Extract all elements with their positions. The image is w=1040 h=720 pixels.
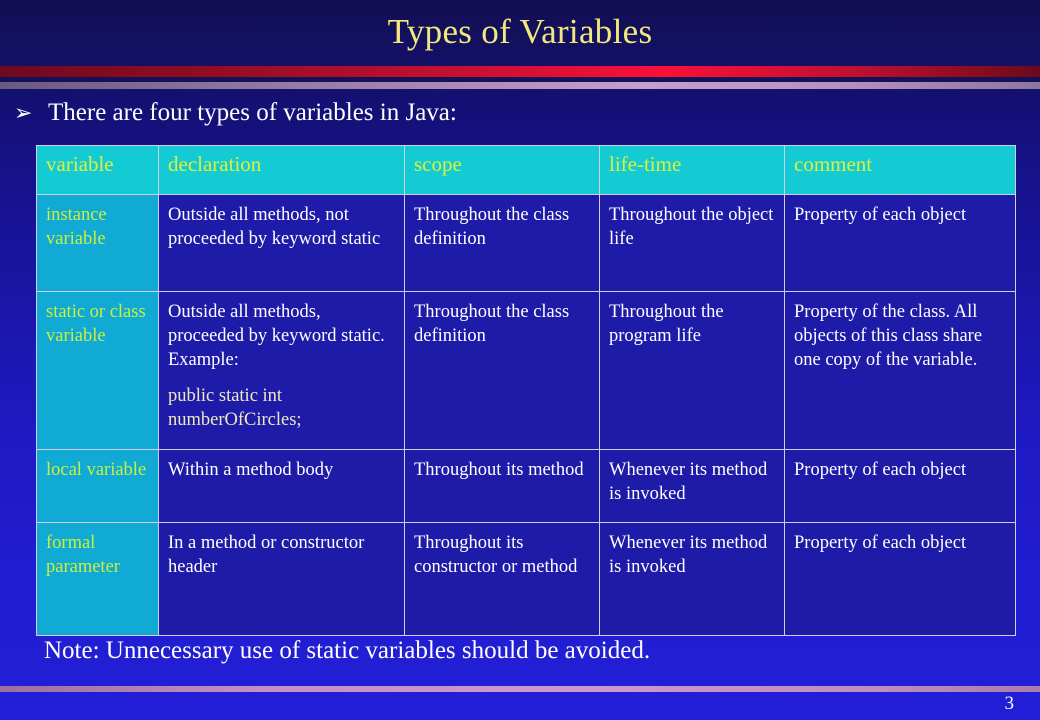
intro-text: There are four types of variables in Jav…: [48, 99, 457, 126]
cell-declaration: Outside all methods, proceeded by keywor…: [158, 291, 405, 450]
intro-line: ➢ There are four types of variables in J…: [14, 100, 1014, 125]
cell-variable: instance variable: [36, 194, 159, 292]
cell-variable: formal parameter: [36, 522, 159, 636]
column-header-comment: comment: [784, 145, 1016, 195]
cell-comment: Property of each object: [784, 522, 1016, 636]
page-title: Types of Variables: [387, 11, 653, 51]
table-row: local variable Within a method body Thro…: [36, 449, 1016, 523]
cell-life-time: Throughout the object life: [599, 194, 785, 292]
presentation-slide: Types of Variables ➢ There are four type…: [0, 0, 1040, 720]
arrowhead-bullet-icon: ➢: [14, 100, 33, 125]
red-divider-bar: [0, 66, 1040, 77]
cell-life-time: Whenever its method is invoked: [599, 449, 785, 523]
table-header-row: variable declaration scope life-time com…: [36, 145, 1016, 195]
table-row: static or class variable Outside all met…: [36, 291, 1016, 450]
cell-variable: static or class variable: [36, 291, 159, 450]
title-area: Types of Variables: [0, 0, 1040, 62]
footer-divider: [0, 686, 1040, 692]
code-example: public static int numberOfCircles;: [168, 384, 395, 432]
cell-declaration-text: Outside all methods, proceeded by keywor…: [168, 302, 385, 371]
cell-comment: Property of each object: [784, 449, 1016, 523]
table-row: instance variable Outside all methods, n…: [36, 194, 1016, 292]
column-header-declaration: declaration: [158, 145, 405, 195]
slide-number: 3: [1004, 693, 1015, 714]
column-header-scope: scope: [404, 145, 600, 195]
cell-variable: local variable: [36, 449, 159, 523]
cell-declaration: In a method or constructor header: [158, 522, 405, 636]
cell-declaration: Outside all methods, not proceeded by ke…: [158, 194, 405, 292]
footer-note: Note: Unnecessary use of static variable…: [44, 637, 651, 664]
code-line-2: numberOfCircles;: [168, 410, 302, 431]
cell-comment: Property of each object: [784, 194, 1016, 292]
cell-scope: Throughout the class definition: [404, 194, 600, 292]
cell-comment: Property of the class. All objects of th…: [784, 291, 1016, 450]
cell-scope: Throughout its method: [404, 449, 600, 523]
cell-life-time: Whenever its method is invoked: [599, 522, 785, 636]
code-line-1: public static int: [168, 386, 283, 407]
cell-scope: Throughout its constructor or method: [404, 522, 600, 636]
column-header-life-time: life-time: [599, 145, 785, 195]
column-header-variable: variable: [36, 145, 159, 195]
mauve-divider-bar: [0, 82, 1040, 89]
variable-types-table: variable declaration scope life-time com…: [36, 145, 1016, 636]
cell-life-time: Throughout the program life: [599, 291, 785, 450]
cell-declaration: Within a method body: [158, 449, 405, 523]
table-row: formal parameter In a method or construc…: [36, 522, 1016, 636]
cell-scope: Throughout the class definition: [404, 291, 600, 450]
